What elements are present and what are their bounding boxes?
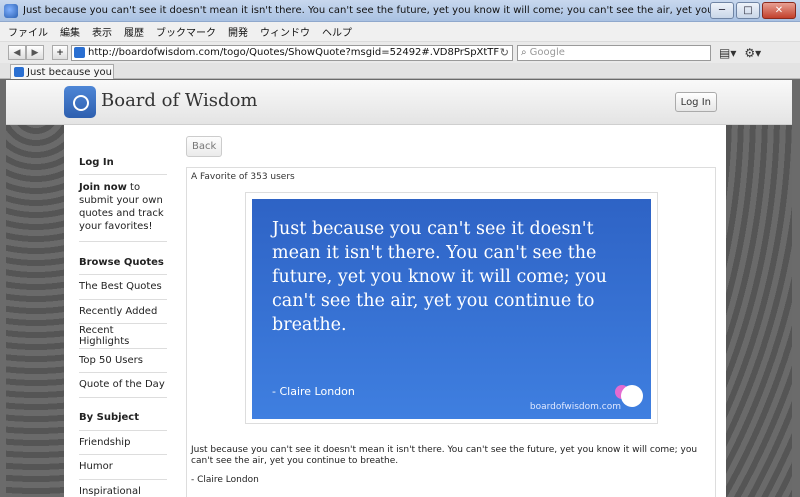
menu-develop[interactable]: 開発 bbox=[228, 24, 248, 39]
back-forward-group: ◀ ▶ bbox=[8, 45, 44, 60]
sidebar-join-text: Join now to submit your own quotes and t… bbox=[79, 175, 167, 242]
new-tab-button[interactable]: + bbox=[52, 45, 68, 60]
site-header: Board of Wisdom Log In bbox=[6, 80, 792, 125]
sidebar-item-humor[interactable]: Humor bbox=[79, 455, 167, 480]
menu-file[interactable]: ファイル bbox=[8, 24, 48, 39]
favorite-count: A Favorite of 353 users bbox=[191, 172, 295, 182]
address-bar[interactable]: http://boardofwisdom.com/togo/Quotes/Sho… bbox=[71, 44, 513, 61]
sidebar-item-recent-highlights[interactable]: Recent Highlights bbox=[79, 324, 167, 349]
menu-edit[interactable]: 編集 bbox=[60, 24, 80, 39]
quote-image-author: - Claire London bbox=[272, 385, 355, 398]
board-of-wisdom-logo-icon[interactable] bbox=[64, 86, 96, 118]
search-icon: ⌕ bbox=[521, 47, 527, 58]
url-text[interactable]: http://boardofwisdom.com/togo/Quotes/Sho… bbox=[88, 47, 499, 58]
forward-arrow-icon[interactable]: ▶ bbox=[26, 45, 44, 60]
quote-image-site: boardofwisdom.com bbox=[529, 402, 621, 412]
back-arrow-icon[interactable]: ◀ bbox=[8, 45, 26, 60]
web-page: Board of Wisdom Log In Log In Join now t… bbox=[6, 80, 792, 497]
page-menu-icon[interactable]: ▤▾ bbox=[719, 46, 736, 60]
menu-bookmarks[interactable]: ブックマーク bbox=[156, 24, 216, 39]
window-title: Just because you can't see it doesn't me… bbox=[23, 5, 723, 16]
toolbar-icons: ▤▾ ⚙▾ bbox=[719, 46, 761, 60]
navigation-toolbar: ◀ ▶ + http://boardofwisdom.com/togo/Quot… bbox=[0, 42, 800, 63]
site-favicon-icon bbox=[74, 47, 85, 58]
sidebar-item-top-50-users[interactable]: Top 50 Users bbox=[79, 349, 167, 373]
close-button[interactable]: ✕ bbox=[762, 2, 796, 19]
tab-label: Just because you ca bbox=[27, 66, 113, 78]
window-controls: ─ □ ✕ bbox=[710, 2, 796, 19]
tab-favicon-icon bbox=[14, 67, 24, 77]
minimize-button[interactable]: ─ bbox=[710, 2, 734, 19]
sidebar-item-inspirational[interactable]: Inspirational bbox=[79, 480, 167, 497]
menu-history[interactable]: 履歴 bbox=[124, 24, 144, 39]
menu-view[interactable]: 表示 bbox=[92, 24, 112, 39]
quote-image[interactable]: Just because you can't see it doesn't me… bbox=[252, 199, 651, 419]
back-button[interactable]: Back bbox=[186, 136, 223, 157]
by-subject-heading: By Subject bbox=[79, 406, 167, 431]
bubble-logo-icon bbox=[621, 385, 643, 407]
quote-image-frame: Just because you can't see it doesn't me… bbox=[245, 192, 658, 424]
sidebar-login-heading[interactable]: Log In bbox=[79, 150, 167, 175]
join-now-link[interactable]: Join now bbox=[79, 182, 127, 193]
gear-icon[interactable]: ⚙▾ bbox=[744, 46, 761, 60]
quote-panel: A Favorite of 353 users Just because you… bbox=[186, 167, 716, 497]
browse-quotes-heading: Browse Quotes bbox=[79, 250, 167, 275]
sidebar-item-quote-of-the-day[interactable]: Quote of the Day bbox=[79, 373, 167, 398]
search-placeholder: Google bbox=[529, 47, 565, 58]
search-input[interactable]: ⌕ Google bbox=[517, 44, 711, 61]
menu-window[interactable]: ウィンドウ bbox=[260, 24, 310, 39]
sidebar-item-recently-added[interactable]: Recently Added bbox=[79, 300, 167, 324]
site-logo-text[interactable]: Board of Wisdom bbox=[101, 90, 257, 111]
maximize-button[interactable]: □ bbox=[736, 2, 760, 19]
quote-author: - Claire London bbox=[191, 475, 259, 485]
main-content-panel: Log In Join now to submit your own quote… bbox=[64, 125, 726, 497]
menu-help[interactable]: ヘルプ bbox=[322, 24, 352, 39]
sidebar-item-best-quotes[interactable]: The Best Quotes bbox=[79, 275, 167, 300]
sidebar-item-friendship[interactable]: Friendship bbox=[79, 431, 167, 455]
reload-icon[interactable]: ↻ bbox=[500, 46, 509, 59]
browser-app-icon bbox=[4, 3, 18, 18]
header-login-button[interactable]: Log In bbox=[674, 92, 717, 112]
quote-image-text: Just because you can't see it doesn't me… bbox=[272, 219, 607, 335]
menu-bar: ファイル 編集 表示 履歴 ブックマーク 開発 ウィンドウ ヘルプ bbox=[0, 22, 800, 42]
tab-current[interactable]: Just because you ca bbox=[10, 64, 114, 79]
tab-strip: Just because you ca bbox=[0, 63, 800, 79]
window-title-bar: Just because you can't see it doesn't me… bbox=[0, 0, 800, 22]
quote-text: Just because you can't see it doesn't me… bbox=[191, 445, 698, 466]
sidebar: Log In Join now to submit your own quote… bbox=[79, 150, 167, 497]
